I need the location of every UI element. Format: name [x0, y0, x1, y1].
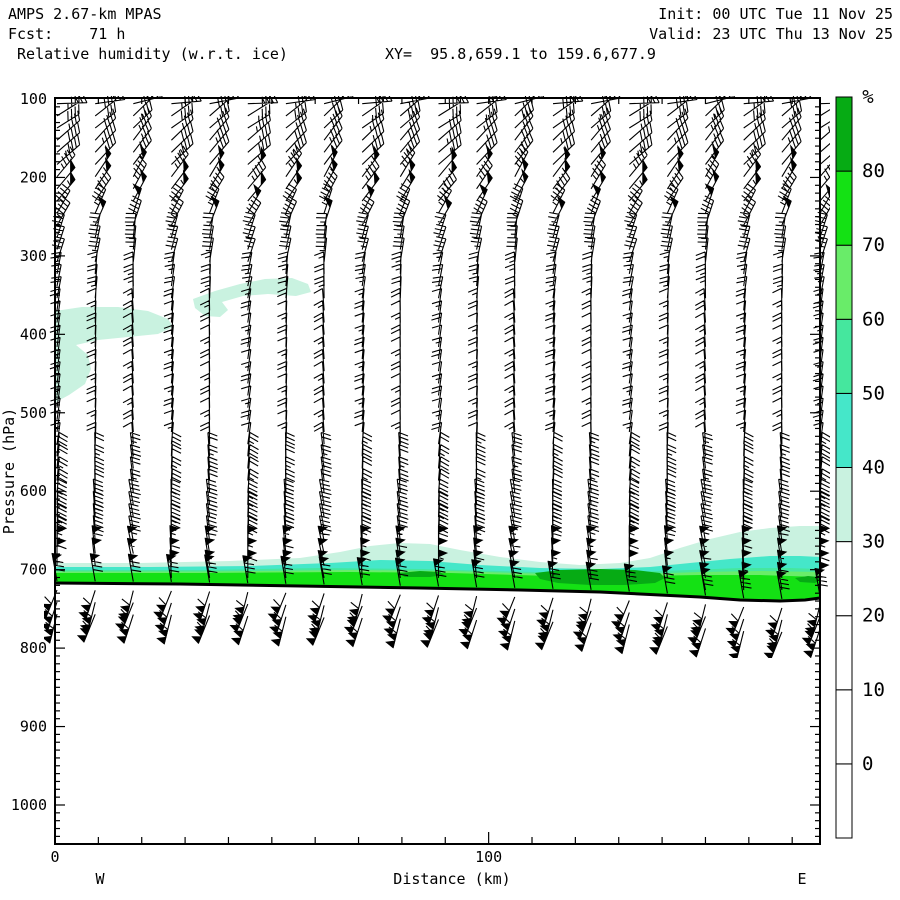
tick-labels: 100 200 300 400 500 600 700 800 900 1000 0 100 — [11, 90, 502, 866]
pressure-tick-label: 700 — [20, 561, 47, 579]
colorbar-tick-label: 40 — [862, 457, 885, 479]
pressure-tick-label: 300 — [20, 247, 47, 265]
colorbar-segment — [836, 616, 852, 690]
pressure-tick-label: 900 — [20, 718, 47, 736]
colorbar-segment — [836, 393, 852, 467]
colorbar-tick-label: 70 — [862, 234, 885, 256]
pressure-tick-label: 1000 — [11, 796, 47, 814]
colorbar-segment — [836, 97, 852, 171]
colorbar-segment — [836, 319, 852, 393]
colorbar: 0 10 20 30 40 50 60 70 80 — [836, 97, 885, 838]
xy-extent: XY= 95.8,659.1 to 159.6,677.9 — [385, 44, 656, 64]
wind-barb-column — [159, 91, 201, 644]
y-axis-title: Pressure (hPa) — [0, 408, 18, 534]
forecast-hour: Fcst: 71 h — [8, 24, 125, 44]
rh-30-40-upper-left-patch — [55, 307, 173, 402]
colorbar-tick-label: 0 — [862, 753, 873, 775]
pressure-tick-label: 400 — [20, 325, 47, 343]
colorbar-tick-label: 20 — [862, 605, 885, 627]
colorbar-segment — [836, 171, 852, 245]
model-title: AMPS 2.67-km MPAS — [8, 4, 162, 24]
colorbar-segment — [836, 764, 852, 838]
colorbar-tick-label: 60 — [862, 308, 885, 330]
init-time: Init: 00 UTC Tue 11 Nov 25 — [658, 4, 893, 24]
colorbar-segment — [836, 245, 852, 319]
wind-barb-column — [197, 89, 239, 643]
colorbar-tick-label: 50 — [862, 382, 885, 404]
pressure-tick-label: 200 — [20, 168, 47, 186]
pressure-tick-label: 500 — [20, 404, 47, 422]
west-end-label: W — [95, 870, 105, 888]
pressure-tick-label: 600 — [20, 482, 47, 500]
colorbar-segment — [836, 690, 852, 764]
valid-time: Valid: 23 UTC Thu 13 Nov 25 — [649, 24, 893, 44]
pressure-tick-label: 800 — [20, 639, 47, 657]
rh-30-40-upper-mid-patch — [193, 278, 311, 317]
field-title: Relative humidity (w.r.t. ice) — [8, 44, 288, 64]
pressure-tick-label: 100 — [20, 90, 47, 108]
colorbar-tick-label: 10 — [862, 679, 885, 701]
x-axis-title: Distance (km) — [393, 870, 510, 888]
distance-tick-label: 0 — [50, 848, 59, 866]
colorbar-segment — [836, 542, 852, 616]
amps-cross-section-screenshot: AMPS 2.67-km MPAS Fcst: 71 h Relative hu… — [0, 0, 900, 900]
colorbar-segment — [836, 468, 852, 542]
colorbar-tick-label: 30 — [862, 531, 885, 553]
distance-tick-label: 100 — [475, 848, 502, 866]
colorbar-unit-label: % — [862, 86, 874, 108]
east-end-label: E — [797, 870, 806, 888]
cross-section-plot: 0 10 20 30 40 50 60 70 80 100 200 300 400 500 600 700 8… — [0, 0, 900, 900]
colorbar-tick-label: 80 — [862, 160, 885, 182]
